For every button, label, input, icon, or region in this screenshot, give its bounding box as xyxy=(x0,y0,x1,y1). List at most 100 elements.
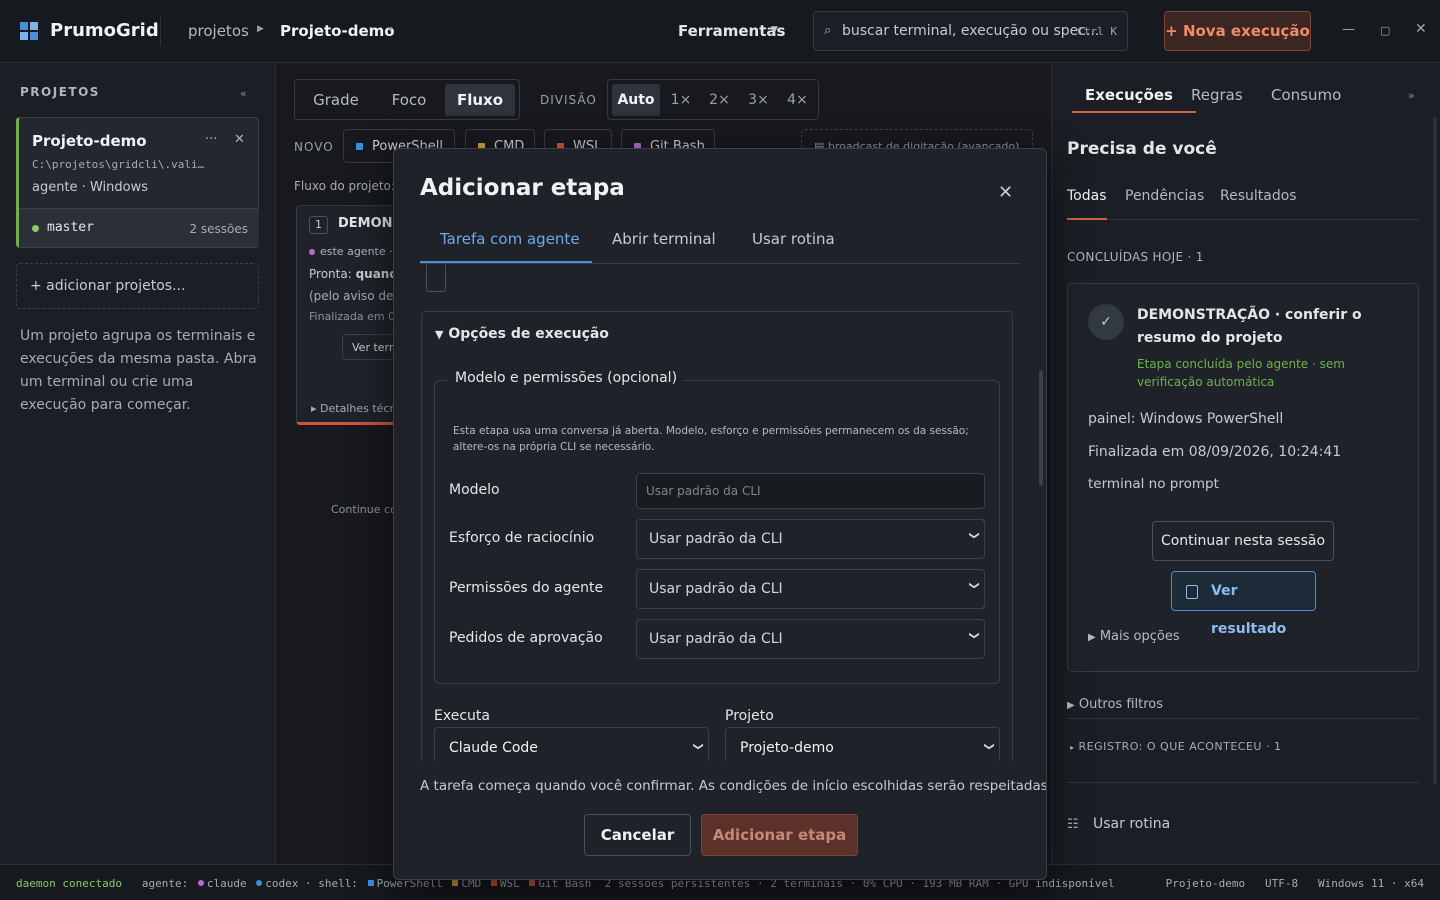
status-os: Windows 11 · x64 xyxy=(1318,877,1424,890)
division-1x[interactable]: 1× xyxy=(662,84,700,116)
tab-focus[interactable]: Foco xyxy=(373,84,445,116)
fieldset-legend: Modelo e permissões (opcional) xyxy=(448,370,685,386)
more-options-label: Mais opções xyxy=(1099,629,1180,644)
close-project-icon[interactable]: ✕ xyxy=(234,132,245,147)
app-brand: PrumoGrid xyxy=(50,20,159,41)
collapsed-field xyxy=(426,265,446,292)
panel-scrollbar[interactable] xyxy=(1433,117,1437,785)
minimize-icon[interactable]: — xyxy=(1342,22,1355,37)
effort-value: Usar padrão da CLI xyxy=(649,531,783,547)
add-projects-button[interactable]: + adicionar projetos... xyxy=(16,263,259,309)
gitbash-icon xyxy=(529,880,536,886)
breadcrumb-projects[interactable]: projetos xyxy=(188,22,249,40)
approvals-select[interactable]: Usar padrão da CLI ❯ xyxy=(636,619,985,659)
breadcrumb-arrow-icon: ▶ xyxy=(257,24,264,34)
branch-name: master xyxy=(47,220,94,235)
add-step-dialog: Adicionar etapa ✕ Tarefa com agente Abri… xyxy=(393,148,1047,880)
dialog-scrollbar[interactable] xyxy=(1039,370,1043,486)
breadcrumb-project[interactable]: Projeto-demo xyxy=(280,22,395,40)
executions-panel: Execuções Regras Consumo » Precisa de vo… xyxy=(1051,63,1440,864)
active-filter-indicator xyxy=(1067,218,1107,220)
maximize-icon[interactable]: ▢ xyxy=(1380,24,1390,37)
model-field[interactable]: Usar padrão da CLI xyxy=(636,473,985,509)
dialog-body: ▼ Opções de execução Modelo e permissões… xyxy=(394,265,1046,761)
division-4x[interactable]: 4× xyxy=(778,84,817,116)
more-options-toggle[interactable]: ▶ Mais opções xyxy=(1088,629,1180,644)
collapse-sidebar-icon[interactable]: « xyxy=(240,87,247,100)
dialog-tabs: Tarefa com agente Abrir terminal Usar ro… xyxy=(420,217,1020,264)
branch-row[interactable]: master 2 sessões xyxy=(19,208,259,247)
status-right: Projeto-demo UTF-8 Windows 11 · x64 xyxy=(1166,877,1424,890)
tab-usage[interactable]: Consumo xyxy=(1271,86,1341,104)
sidebar-help-text: Um projeto agrupa os terminais e execuçõ… xyxy=(20,328,257,413)
step-ready: Pronta: quando xyxy=(309,267,406,281)
runs-select[interactable]: Claude Code ❯ xyxy=(434,727,709,761)
effort-select[interactable]: Usar padrão da CLI ❯ xyxy=(636,519,985,559)
document-search-icon xyxy=(1186,585,1198,599)
filter-pending[interactable]: Pendências xyxy=(1125,188,1204,204)
execution-status: Etapa concluída pelo agente · sem verifi… xyxy=(1137,357,1345,389)
tab-use-routine[interactable]: Usar rotina xyxy=(752,230,835,248)
divider xyxy=(1067,782,1419,783)
division-2x[interactable]: 2× xyxy=(700,84,739,116)
view-result-label: Ver resultado xyxy=(1211,583,1287,637)
project-select[interactable]: Projeto-demo ❯ xyxy=(725,727,1000,761)
execution-options-toggle[interactable]: ▼ Opções de execução xyxy=(435,326,609,342)
view-tabs: Grade Foco Fluxo xyxy=(294,79,520,120)
expand-panel-icon[interactable]: » xyxy=(1408,89,1415,102)
step-number: 1 xyxy=(309,216,328,234)
filter-all[interactable]: Todas xyxy=(1067,188,1107,204)
search-input[interactable]: ⌕ buscar terminal, execução ou spec... C… xyxy=(813,11,1128,51)
new-label: NOVO xyxy=(294,140,334,154)
cmd-icon xyxy=(452,880,459,886)
tab-grid[interactable]: Grade xyxy=(299,84,373,116)
division-tabs: Auto 1× 2× 3× 4× xyxy=(607,79,819,120)
filter-results[interactable]: Resultados xyxy=(1220,188,1297,204)
division-auto[interactable]: Auto xyxy=(612,84,660,116)
model-label: Modelo xyxy=(449,482,500,498)
step-agent-text: este agente · n xyxy=(320,245,404,258)
chevron-down-icon: ❯ xyxy=(983,742,995,751)
permissions-select[interactable]: Usar padrão da CLI ❯ xyxy=(636,569,985,609)
status-encoding: UTF-8 xyxy=(1265,877,1299,890)
execution-options: ▼ Opções de execução Modelo e permissões… xyxy=(421,311,1013,761)
new-execution-button[interactable]: + Nova execução xyxy=(1164,11,1311,51)
close-window-icon[interactable]: ✕ xyxy=(1415,21,1427,37)
technical-details-toggle[interactable]: ▸ Detalhes técni xyxy=(311,402,400,415)
project-dropdown-icon[interactable]: ▾ xyxy=(388,25,393,35)
project-name: Projeto-demo xyxy=(32,132,147,150)
cancel-button[interactable]: Cancelar xyxy=(584,814,691,856)
tab-flow[interactable]: Fluxo xyxy=(445,84,515,116)
tab-open-terminal[interactable]: Abrir terminal xyxy=(612,230,716,248)
title-bar: PrumoGrid projetos ▶ Projeto-demo ▾ Ferr… xyxy=(0,0,1440,63)
division-label: DIVISÃO xyxy=(540,93,597,107)
add-step-button[interactable]: Adicionar etapa xyxy=(701,814,858,856)
project-path: C:\projetos\gridcli\.vali… xyxy=(32,158,205,171)
chevron-down-icon: ❯ xyxy=(692,742,704,751)
more-options-icon[interactable]: ··· xyxy=(205,132,217,147)
continue-session-button[interactable]: Continuar nesta sessão xyxy=(1152,521,1334,561)
projects-sidebar: PROJETOS « Projeto-demo ··· ✕ C:\projeto… xyxy=(0,63,276,864)
permissions-label: Permissões do agente xyxy=(449,580,604,596)
use-routine-button[interactable]: ☷ Usar rotina xyxy=(1067,816,1170,832)
execution-finished: Finalizada em 08/09/2026, 10:24:41 xyxy=(1088,444,1342,460)
tab-agent-task[interactable]: Tarefa com agente xyxy=(440,230,580,248)
log-toggle[interactable]: ▸ REGISTRO: O QUE ACONTECEU · 1 xyxy=(1070,740,1281,753)
sidebar-title: PROJETOS xyxy=(20,85,100,99)
powershell-icon xyxy=(356,143,363,150)
panel-title: Precisa de você xyxy=(1067,139,1217,159)
shell-label: · shell: xyxy=(304,877,358,890)
log-label: REGISTRO: O QUE ACONTECEU · 1 xyxy=(1078,740,1282,753)
terminal-state: terminal no prompt xyxy=(1088,476,1219,492)
tools-caret-icon[interactable]: ▼ xyxy=(771,25,778,35)
other-filters-toggle[interactable]: ▶ Outros filtros xyxy=(1067,697,1163,712)
model-permissions-fieldset: Modelo e permissões (opcional) Esta etap… xyxy=(434,370,1000,684)
tools-menu[interactable]: Ferramentas xyxy=(678,22,785,40)
view-result-button[interactable]: Ver resultado xyxy=(1171,571,1316,637)
close-icon[interactable]: ✕ xyxy=(998,182,1013,203)
tab-executions[interactable]: Execuções xyxy=(1085,86,1173,104)
claude-dot-icon xyxy=(197,880,204,886)
tab-rules[interactable]: Regras xyxy=(1191,86,1243,104)
division-3x[interactable]: 3× xyxy=(739,84,778,116)
project-card[interactable]: Projeto-demo ··· ✕ C:\projetos\gridcli\.… xyxy=(16,117,259,248)
